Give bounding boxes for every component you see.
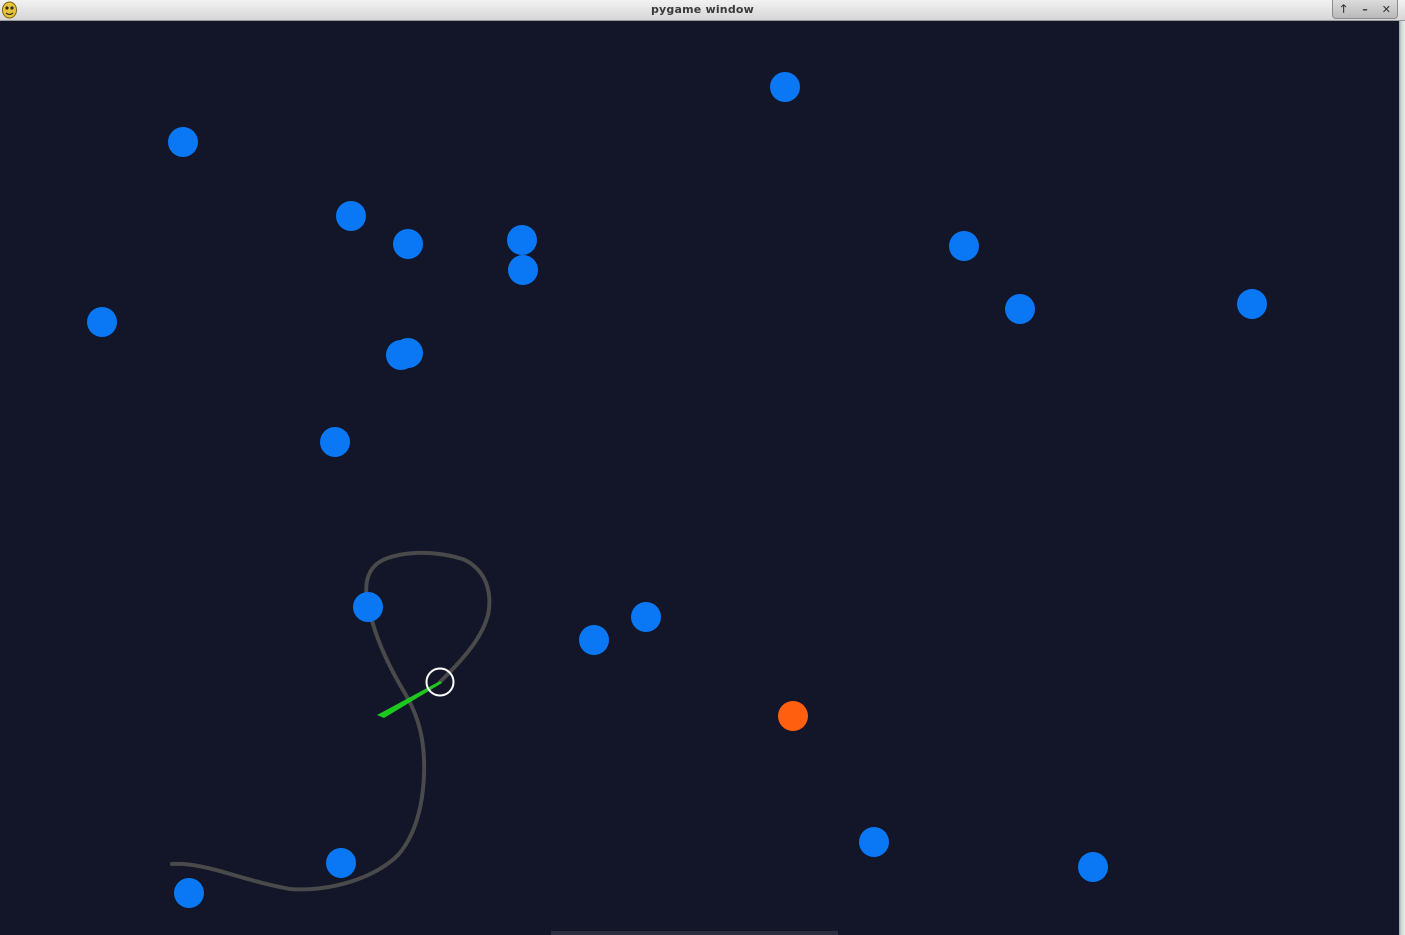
food-dot <box>507 225 537 255</box>
food-dot <box>326 848 356 878</box>
food-dot <box>508 255 538 285</box>
food-dot <box>1237 289 1267 319</box>
food-dot <box>336 201 366 231</box>
food-dot <box>353 592 383 622</box>
food-dot <box>393 229 423 259</box>
food-dot <box>770 72 800 102</box>
food-items <box>87 72 1267 908</box>
food-dot <box>859 827 889 857</box>
pygame-window: pygame window 🡑 – ✕ <box>0 0 1405 935</box>
food-dot <box>949 231 979 261</box>
agent-heading-indicator <box>377 681 442 718</box>
food-dot <box>168 127 198 157</box>
food-dot <box>1078 852 1108 882</box>
target-dot <box>778 701 808 731</box>
food-dot <box>174 878 204 908</box>
agent-trail <box>170 550 492 892</box>
food-dot <box>393 338 423 368</box>
food-dot <box>320 427 350 457</box>
food-dot <box>579 625 609 655</box>
food-dot <box>631 602 661 632</box>
food-dot <box>87 307 117 337</box>
trail-path <box>170 550 492 892</box>
game-scene <box>87 72 1267 908</box>
food-dot <box>1005 294 1035 324</box>
